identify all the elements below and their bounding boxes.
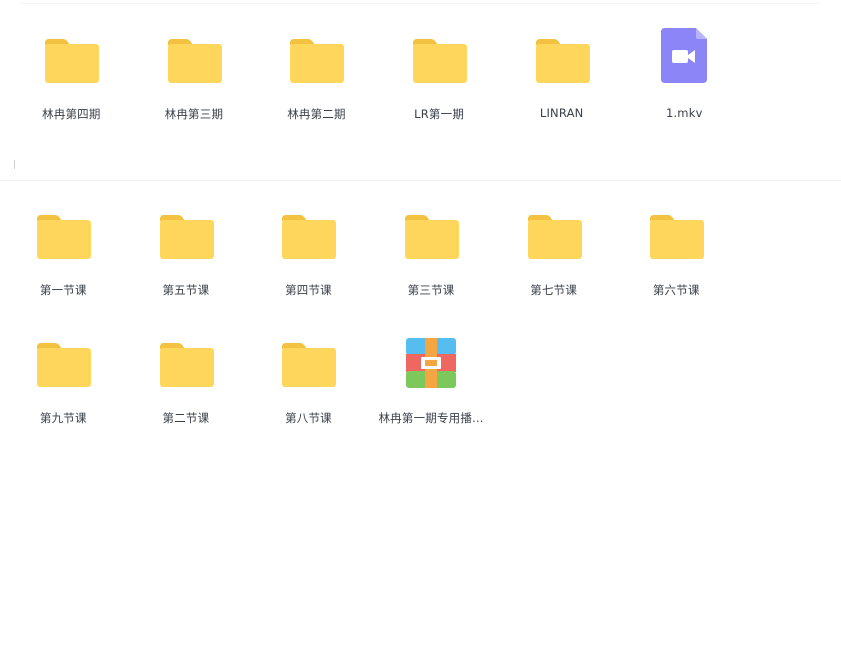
file-item[interactable]: 第六节课 <box>615 204 738 332</box>
file-item[interactable]: 林冉第二期 <box>255 28 378 156</box>
file-name: 林冉第四期 <box>42 107 101 121</box>
file-grid-bottom: 第一节课 第五节课 第四节课 第三节课 第七节课 第六节课 第九节课 第二节课 … <box>2 204 841 460</box>
file-grid-top: 林冉第四期 林冉第三期 林冉第二期 LR第一期 LINRAN 1.mkv <box>10 28 750 156</box>
file-name: 第八节课 <box>285 411 332 425</box>
file-name: 林冉第三期 <box>164 107 224 121</box>
file-item[interactable]: LINRAN <box>500 28 623 156</box>
edge-mark <box>14 160 15 169</box>
file-name: 第三节课 <box>407 283 455 297</box>
file-name: 1.mkv <box>665 106 703 120</box>
video-file-icon <box>656 28 712 84</box>
archive-file-icon <box>403 332 459 388</box>
file-item[interactable]: 第五节课 <box>125 204 248 332</box>
folder-icon <box>158 332 214 388</box>
file-item[interactable]: 第八节课 <box>247 332 370 460</box>
file-name: 第四节课 <box>285 283 332 297</box>
file-item[interactable]: 第四节课 <box>247 204 370 332</box>
file-name: 第六节课 <box>652 283 700 297</box>
top-divider <box>20 3 820 4</box>
file-item[interactable]: 林冉第三期 <box>133 28 256 156</box>
folder-icon <box>403 204 460 260</box>
file-item[interactable]: 第二节课 <box>125 332 248 460</box>
file-name: 林冉第二期 <box>287 107 346 121</box>
file-item[interactable]: LR第一期 <box>378 28 501 156</box>
file-item[interactable]: 第九节课 <box>2 332 125 460</box>
file-item[interactable]: 第三节课 <box>370 204 493 332</box>
file-name: 第一节课 <box>39 283 87 297</box>
folder-icon <box>411 28 468 84</box>
file-name: 第七节课 <box>530 283 578 297</box>
folder-icon <box>280 204 337 260</box>
file-item[interactable]: 林冉第一期专用播... <box>370 332 493 460</box>
folder-icon <box>288 28 345 84</box>
folder-icon <box>35 332 92 388</box>
file-name: 第九节课 <box>39 411 87 425</box>
section-divider <box>0 180 841 181</box>
folder-icon <box>43 28 100 84</box>
file-name: LR第一期 <box>414 107 465 121</box>
folder-icon <box>280 332 337 388</box>
file-item[interactable]: 第七节课 <box>492 204 615 332</box>
file-name: 第五节课 <box>162 283 210 297</box>
folder-icon <box>526 204 582 260</box>
folder-icon <box>166 28 222 84</box>
file-item[interactable]: 第一节课 <box>2 204 125 332</box>
file-name: 第二节课 <box>162 411 210 425</box>
folder-icon <box>534 28 590 84</box>
file-item[interactable]: 林冉第四期 <box>10 28 133 156</box>
folder-icon <box>158 204 214 260</box>
folder-icon <box>35 204 92 260</box>
folder-icon <box>648 204 705 260</box>
file-name: LINRAN <box>539 106 584 120</box>
file-item[interactable]: 1.mkv <box>623 28 746 156</box>
file-name: 林冉第一期专用播... <box>378 411 484 425</box>
